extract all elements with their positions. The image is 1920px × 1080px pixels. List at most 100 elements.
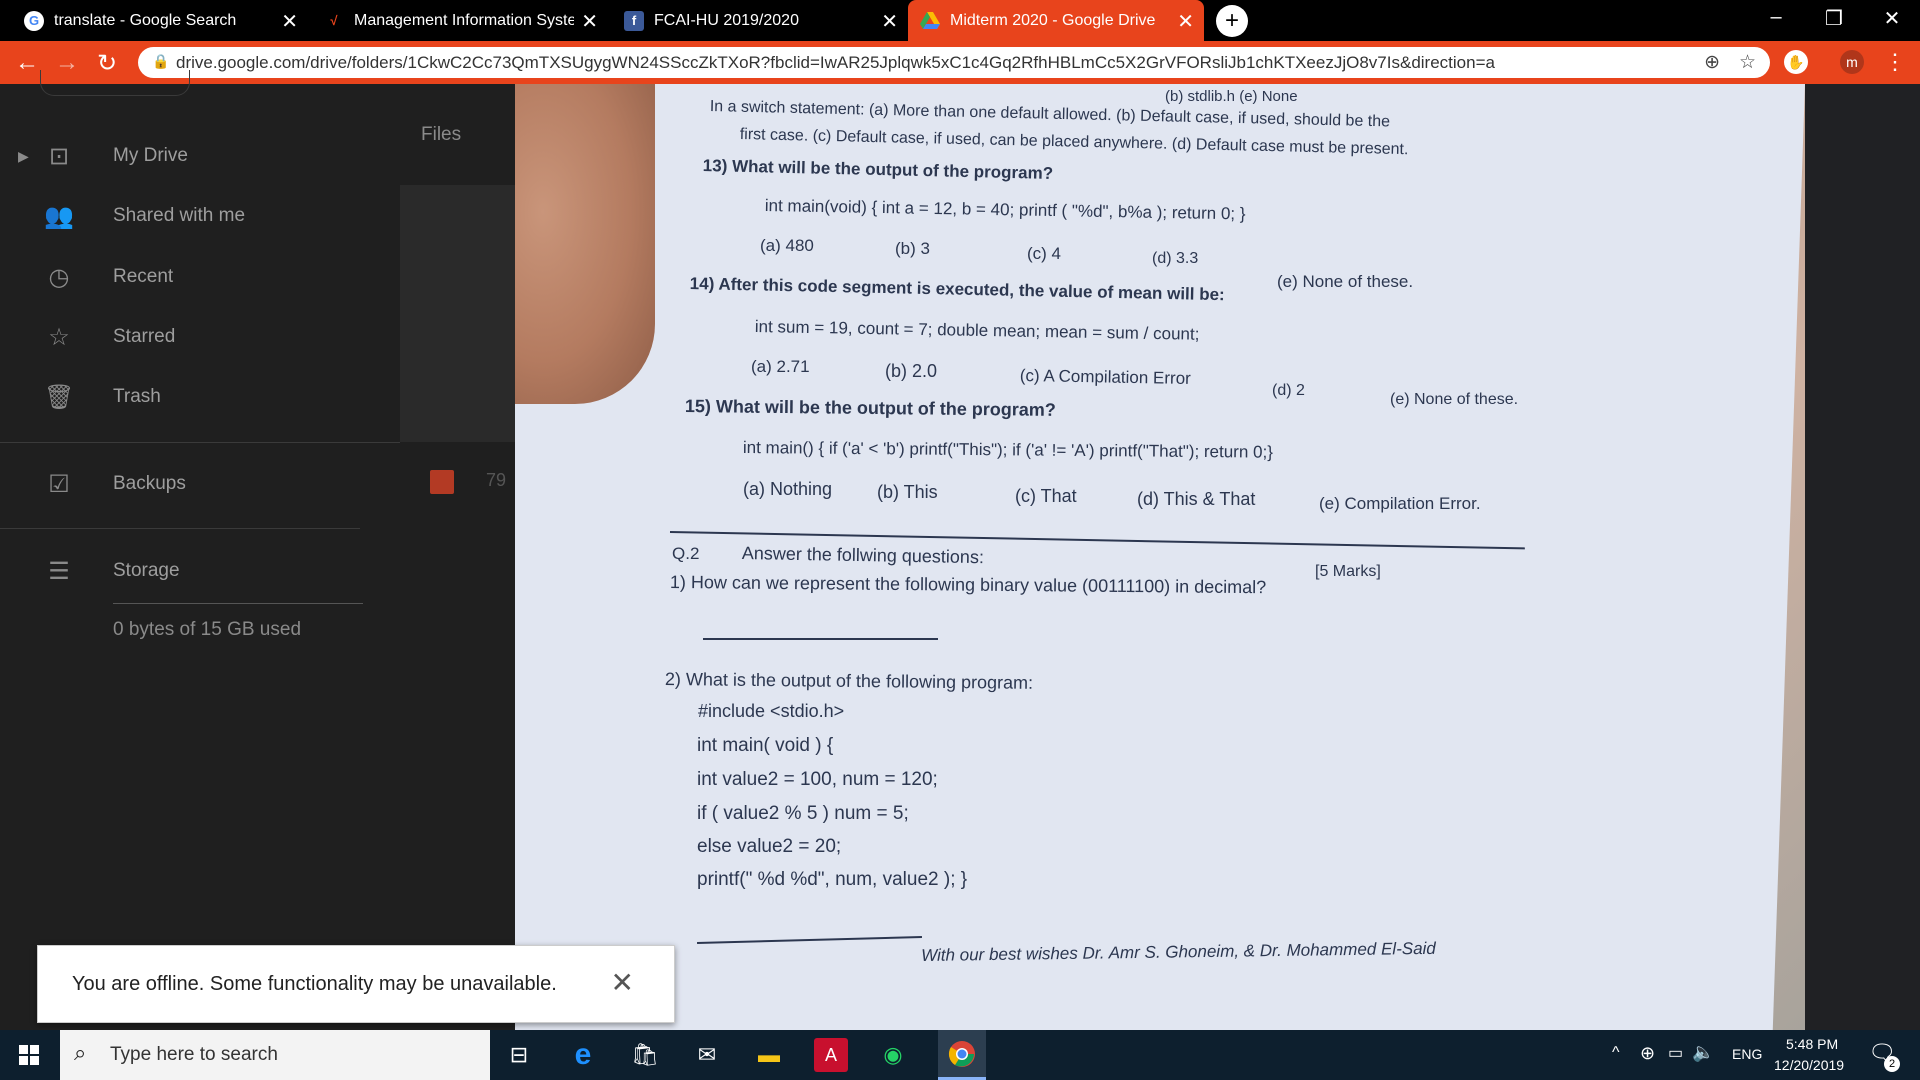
exam-code: else value2 = 20; — [697, 836, 842, 857]
preview-right-margin — [1805, 84, 1920, 1030]
close-icon[interactable]: ✕ — [881, 9, 898, 34]
facebook-icon: f — [624, 10, 644, 31]
star-icon: ☆ — [48, 323, 70, 351]
edge-icon[interactable]: e — [566, 1038, 600, 1072]
exam-section-title: Answer the follwing questions: — [741, 543, 985, 568]
exam-code: int main(void) { int a = 12, b = 40; pri… — [764, 196, 1246, 224]
avatar[interactable]: m — [1840, 50, 1864, 74]
store-icon[interactable]: 🛍 — [628, 1038, 662, 1072]
exam-question: 2) What is the output of the following p… — [664, 669, 1034, 693]
taskbar: ⌕ Type here to search ⊟ e 🛍 ✉ ▬ A ◉ ^ ⊕ … — [0, 1030, 1920, 1080]
storage-bar — [113, 603, 363, 604]
bookmark-star-icon[interactable]: ☆ — [1739, 51, 1756, 74]
exam-option: (a) Nothing — [743, 479, 833, 499]
volume-icon[interactable]: 🔈 — [1692, 1042, 1714, 1063]
windows-start-icon[interactable] — [12, 1038, 46, 1072]
lock-icon: 🔒 — [152, 53, 170, 69]
drive-icon — [920, 11, 940, 31]
backup-icon: ☑ — [48, 470, 70, 498]
storage-text: 0 bytes of 15 GB used — [113, 619, 302, 640]
file-thumbnail[interactable] — [400, 185, 515, 442]
exam-option: (d) 3.3 — [1152, 250, 1199, 267]
extension-icon[interactable]: ✋ — [1784, 50, 1808, 74]
tab-strip: G translate - Google Search ✕ √ Manageme… — [0, 0, 1920, 41]
tab-midterm[interactable]: Midterm 2020 - Google Drive ✕ — [908, 0, 1204, 41]
tray-chevron-icon[interactable]: ^ — [1612, 1044, 1620, 1062]
add-icon[interactable]: ⊕ — [1704, 51, 1720, 74]
expand-arrow-icon[interactable]: ▶ — [18, 148, 29, 165]
whatsapp-icon[interactable]: ◉ — [876, 1038, 910, 1072]
sidebar-item-my-drive[interactable]: ▶ ⊡ My Drive — [0, 136, 380, 176]
sidebar-item-storage[interactable]: ☰ Storage — [0, 551, 380, 591]
google-icon: G — [24, 10, 44, 31]
menu-icon[interactable]: ⋮ — [1880, 49, 1910, 75]
sidebar-item-label: My Drive — [113, 145, 188, 166]
exam-text: (b) stdlib.h (e) None — [1165, 88, 1298, 105]
minimize-icon[interactable]: – — [1756, 6, 1796, 29]
search-icon: ⌕ — [74, 1040, 87, 1065]
file-name-fragment: 79 — [486, 470, 507, 490]
new-button[interactable] — [40, 70, 190, 96]
drive-sidebar: Files 79 ▶ ⊡ My Drive 👥 Shared with me ◷… — [0, 70, 515, 1030]
exam-option: (c) A Compilation Error — [1019, 366, 1191, 388]
exam-option: (d) This & That — [1137, 489, 1256, 509]
exam-marks: [5 Marks] — [1315, 563, 1381, 580]
close-icon[interactable]: ✕ — [611, 966, 634, 999]
url-text: drive.google.com/drive/folders/1CkwC2Cc7… — [176, 52, 1495, 72]
clock-time[interactable]: 5:48 PM — [1786, 1036, 1838, 1052]
tab-translate[interactable]: G translate - Google Search ✕ — [12, 0, 308, 41]
new-tab-button[interactable]: + — [1216, 5, 1248, 37]
divider — [0, 528, 360, 529]
exam-code: int main() { if ('a' < 'b') printf("This… — [742, 438, 1274, 462]
sidebar-item-label: Starred — [113, 326, 176, 347]
sidebar-item-label: Trash — [113, 386, 161, 407]
answer-line — [697, 936, 922, 944]
clock-date[interactable]: 12/20/2019 — [1774, 1057, 1844, 1073]
toast-message: You are offline. Some functionality may … — [72, 972, 557, 995]
restore-icon[interactable]: ❐ — [1814, 6, 1854, 31]
acrobat-icon[interactable]: A — [814, 1038, 848, 1072]
close-icon[interactable]: ✕ — [281, 9, 298, 34]
tab-title: Management Information Systen — [354, 11, 574, 29]
chrome-icon[interactable] — [938, 1030, 986, 1080]
sidebar-item-shared[interactable]: 👥 Shared with me — [0, 196, 380, 236]
exam-option: (b) 3 — [895, 239, 930, 258]
tab-title: FCAI-HU 2019/2020 — [654, 11, 799, 29]
exam-option: (b) This — [877, 482, 938, 502]
sidebar-item-recent[interactable]: ◷ Recent — [0, 257, 380, 297]
taskbar-search[interactable]: ⌕ Type here to search — [60, 1030, 490, 1080]
exam-code: if ( value2 % 5 ) num = 5; — [697, 803, 909, 824]
exam-code: int sum = 19, count = 7; double mean; me… — [754, 317, 1200, 344]
task-view-icon[interactable]: ⊟ — [502, 1038, 536, 1072]
close-icon[interactable]: ✕ — [1177, 9, 1194, 34]
file-explorer-icon[interactable]: ▬ — [752, 1038, 786, 1072]
exam-paper: (b) stdlib.h (e) None In a switch statem… — [515, 84, 1805, 1030]
sidebar-item-trash[interactable]: 🗑 Trash — [0, 377, 380, 417]
sidebar-item-starred[interactable]: ☆ Starred — [0, 317, 380, 357]
hand-image — [515, 84, 655, 404]
sidebar-item-label: Recent — [113, 266, 174, 287]
exam-option: (e) None of these. — [1277, 272, 1414, 291]
exam-option: (d) 2 — [1272, 382, 1305, 399]
trash-icon: 🗑 — [44, 383, 75, 411]
back-icon[interactable]: ← — [12, 49, 42, 77]
tab-mis[interactable]: √ Management Information Systen ✕ — [312, 0, 608, 41]
exam-option: (a) 480 — [760, 236, 814, 255]
divider — [0, 442, 400, 443]
offline-toast: You are offline. Some functionality may … — [37, 945, 675, 1023]
close-icon[interactable]: ✕ — [581, 9, 598, 34]
exam-question: 1) How can we represent the following bi… — [669, 572, 1267, 598]
mail-icon[interactable]: ✉ — [690, 1038, 724, 1072]
network-icon[interactable]: ⊕ — [1640, 1043, 1655, 1064]
language-indicator[interactable]: ENG — [1732, 1046, 1762, 1062]
window-close-icon[interactable]: ✕ — [1872, 6, 1912, 31]
notification-badge: 2 — [1884, 1056, 1900, 1072]
address-bar[interactable]: 🔒 drive.google.com/drive/folders/1CkwC2C… — [138, 47, 1770, 78]
exam-footer: With our best wishes Dr. Amr S. Ghoneim,… — [921, 938, 1436, 965]
tab-facebook[interactable]: f FCAI-HU 2019/2020 ✕ — [612, 0, 908, 41]
battery-icon[interactable]: ▭ — [1668, 1043, 1683, 1063]
exam-option: (b) 2.0 — [885, 361, 938, 381]
exam-option: (c) 4 — [1027, 244, 1061, 263]
people-icon: 👥 — [44, 202, 74, 230]
sidebar-item-backups[interactable]: ☑ Backups — [0, 464, 380, 504]
